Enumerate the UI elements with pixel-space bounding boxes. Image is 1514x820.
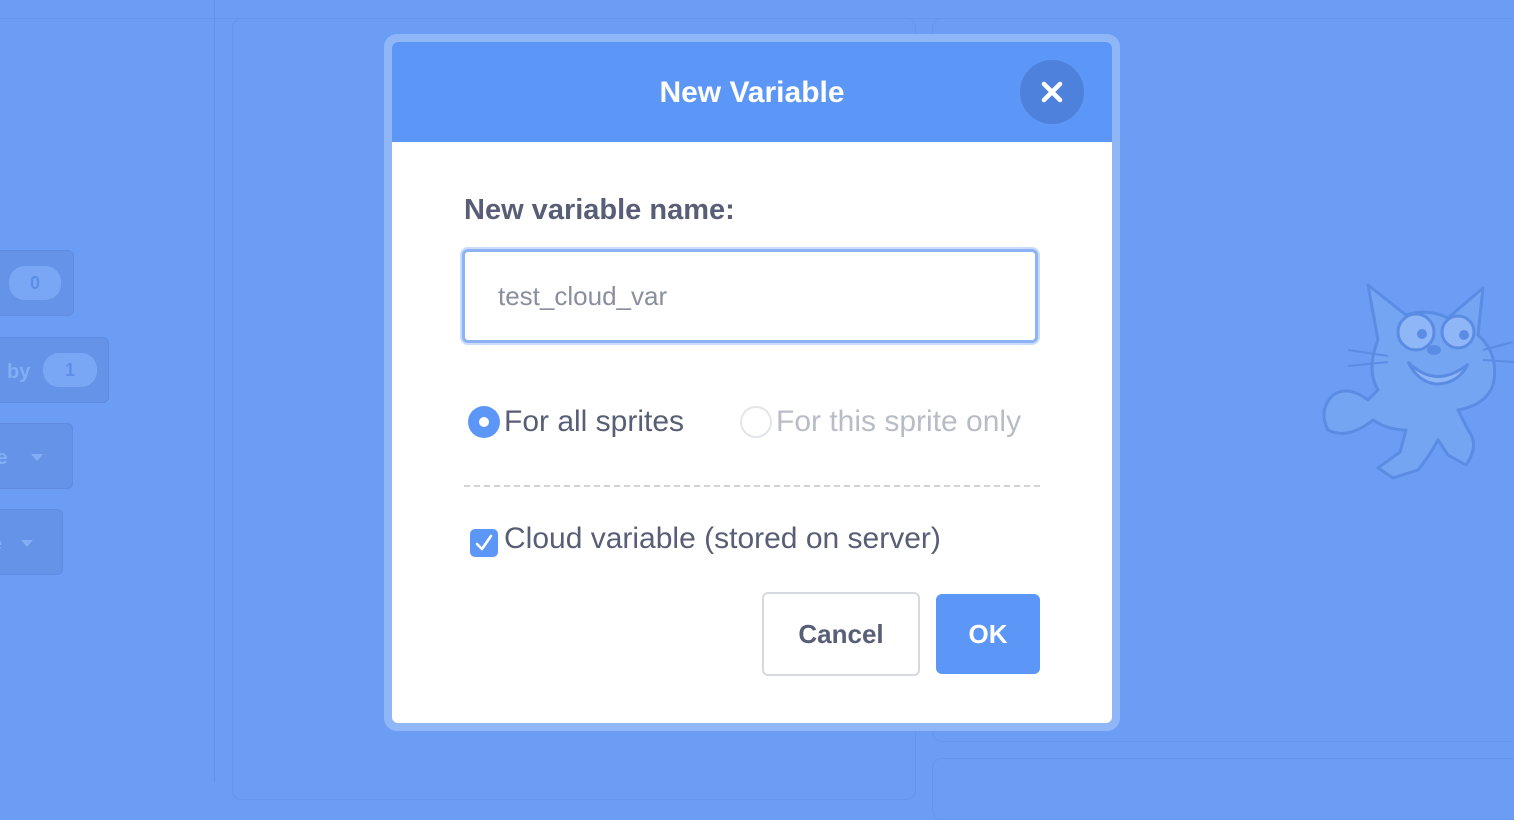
palette-block-show-variable: le <box>0 423 73 489</box>
close-icon <box>1041 81 1063 103</box>
block-label: by <box>7 361 31 383</box>
cloud-variable-checkbox[interactable] <box>470 529 498 557</box>
sprite-pane <box>932 758 1514 820</box>
radio-for-this-sprite-only-label: For this sprite only <box>776 405 1022 438</box>
palette-divider <box>214 0 215 782</box>
menu-bar-area <box>0 0 1514 19</box>
checkmark-icon <box>475 534 493 551</box>
ok-button[interactable]: OK <box>936 594 1040 674</box>
dialog-header: New Variable <box>392 42 1112 142</box>
new-variable-dialog: New Variable New variable name: For all … <box>392 42 1112 723</box>
cancel-button[interactable]: Cancel <box>762 592 920 676</box>
dropdown-arrow-icon <box>21 540 33 547</box>
divider <box>464 485 1040 487</box>
palette-block-set-variable: 0 <box>0 250 74 316</box>
variable-name-label: New variable name: <box>464 194 735 226</box>
cloud-variable-label[interactable]: Cloud variable (stored on server) <box>504 519 941 559</box>
block-label: e <box>0 534 2 554</box>
dropdown-arrow-icon <box>31 454 43 461</box>
block-label: le <box>0 447 8 469</box>
block-input: 1 <box>43 353 97 387</box>
palette-block-change-variable: by 1 <box>0 337 109 403</box>
scratch-cat-sprite-icon <box>1322 283 1514 480</box>
radio-unselected-icon[interactable] <box>740 406 772 438</box>
radio-selected-icon[interactable] <box>468 406 500 438</box>
dialog-title: New Variable <box>659 76 845 109</box>
radio-for-all-sprites-label: For all sprites <box>504 405 685 438</box>
block-input: 0 <box>9 266 61 300</box>
close-button[interactable] <box>1020 60 1084 124</box>
variable-name-input[interactable] <box>468 255 1032 337</box>
palette-block-hide-variable: e <box>0 509 63 575</box>
variable-name-field[interactable] <box>462 249 1038 343</box>
